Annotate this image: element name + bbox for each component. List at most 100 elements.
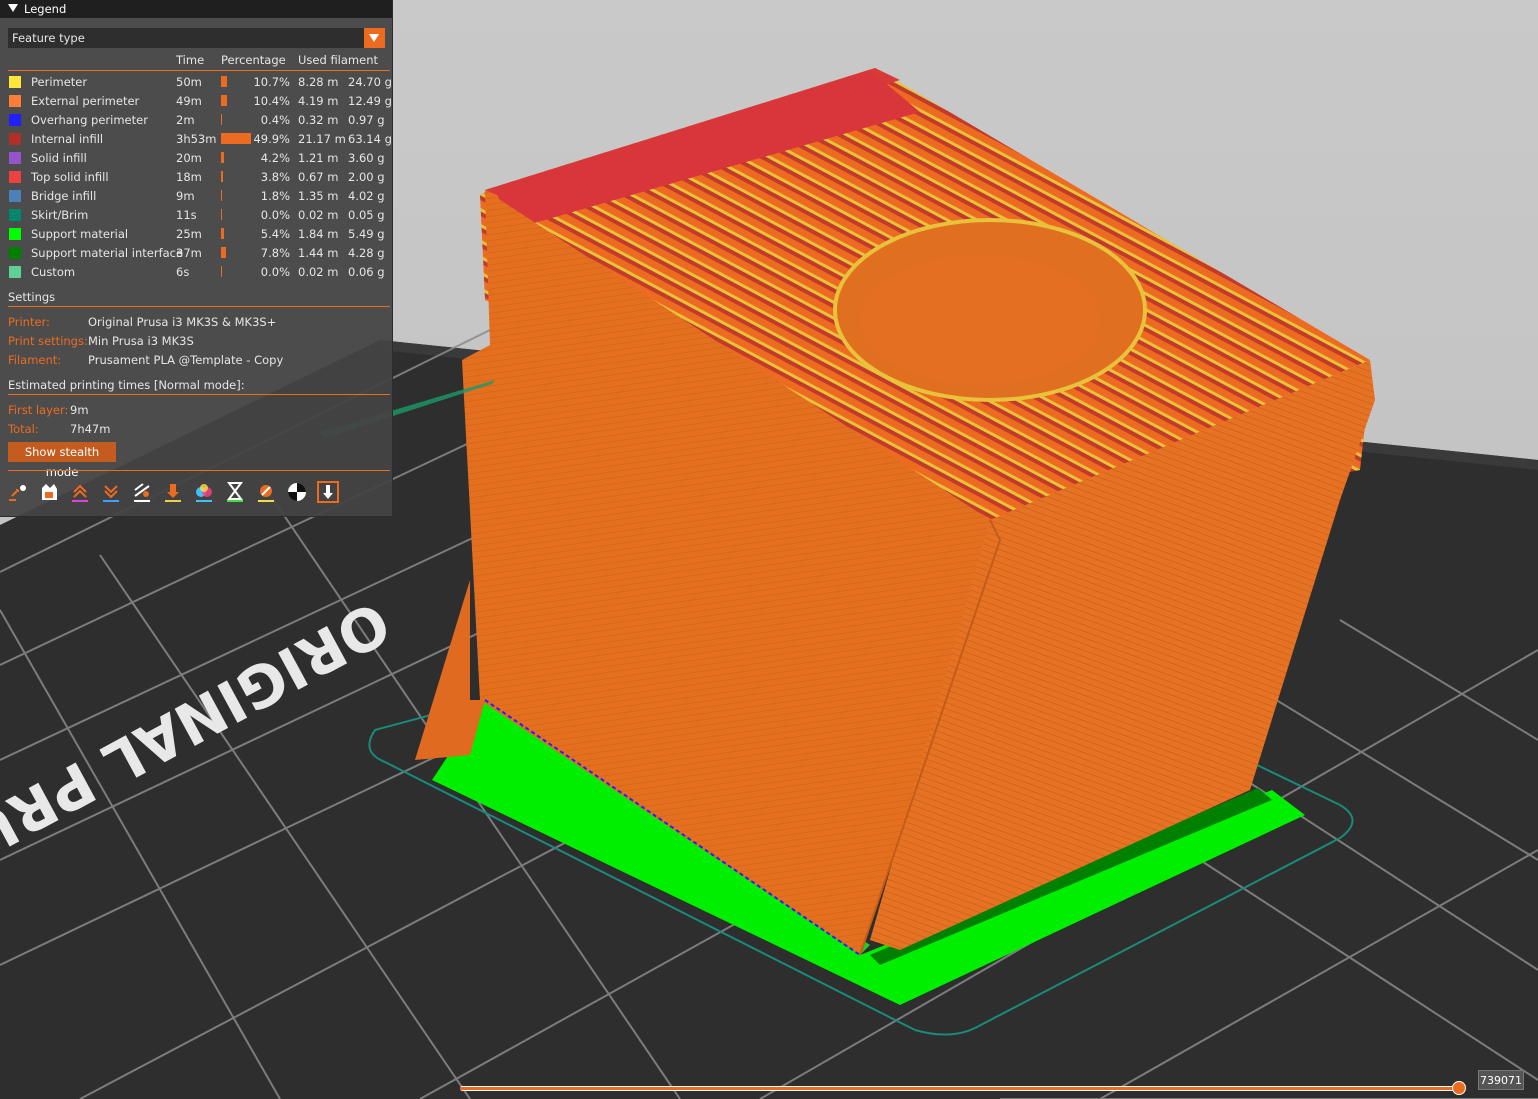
- feature-row[interactable]: Support material interface 37m 7.8% 1.44 m 4…: [0, 244, 392, 263]
- feature-color-swatch: [9, 95, 21, 107]
- feature-time: 3h53m: [176, 132, 217, 146]
- feature-name: External perimeter: [31, 94, 140, 108]
- feature-percentage: 7.8%: [260, 246, 290, 260]
- feature-weight: 3.60 g: [348, 151, 385, 165]
- feature-length: 1.84 m: [298, 227, 339, 241]
- feature-name: Top solid infill: [31, 170, 109, 184]
- color-changes-icon[interactable]: [192, 480, 216, 504]
- feature-color-swatch: [9, 266, 21, 278]
- feature-row[interactable]: Top solid infill 18m 3.8% 0.67 m 2.00 g: [0, 168, 392, 187]
- travel-icon[interactable]: [6, 480, 30, 504]
- times-title: Estimated printing times [Normal mode]:: [8, 378, 245, 392]
- feature-weight: 4.28 g: [348, 246, 385, 260]
- header-percentage: Percentage: [221, 53, 286, 67]
- feature-weight: 2.00 g: [348, 170, 385, 184]
- toolbar-divider: [8, 470, 390, 471]
- feature-percentage-bar: [221, 76, 227, 87]
- feature-length: 1.21 m: [298, 151, 339, 165]
- chevron-down-icon: [369, 34, 379, 42]
- feature-color-swatch: [9, 76, 21, 88]
- feature-percentage-bar: [221, 266, 222, 277]
- legend-titlebar[interactable]: Legend: [0, 0, 392, 18]
- feature-percentage: 4.2%: [260, 151, 290, 165]
- feature-length: 1.44 m: [298, 246, 339, 260]
- pause-prints-icon[interactable]: [223, 480, 247, 504]
- settings-title: Settings: [8, 290, 56, 304]
- feature-percentage-bar: [221, 171, 223, 182]
- horizontal-slider-thumb[interactable]: [1452, 1081, 1466, 1095]
- feature-length: 0.02 m: [298, 265, 339, 279]
- printer-key: Printer:: [8, 315, 50, 329]
- feature-time: 50m: [176, 75, 202, 89]
- feature-color-swatch: [9, 171, 21, 183]
- first-layer-key: First layer:: [8, 403, 69, 417]
- feature-length: 0.02 m: [298, 208, 339, 222]
- feature-row[interactable]: Support material 25m 5.4% 1.84 m 5.49 g: [0, 225, 392, 244]
- feature-length: 21.17 m: [298, 132, 346, 146]
- feature-name: Custom: [31, 265, 76, 279]
- feature-length: 0.32 m: [298, 113, 339, 127]
- feature-color-swatch: [9, 209, 21, 221]
- feature-time: 2m: [176, 113, 195, 127]
- combo-dropdown-button[interactable]: [364, 28, 385, 48]
- feature-row[interactable]: Perimeter 50m 10.7% 8.28 m 24.70 g: [0, 73, 392, 92]
- total-key: Total:: [8, 422, 39, 436]
- feature-percentage-bar: [221, 114, 222, 125]
- retractions-icon[interactable]: [68, 480, 92, 504]
- feature-length: 0.67 m: [298, 170, 339, 184]
- header-time: Time: [176, 53, 205, 67]
- feature-percentage: 49.9%: [253, 132, 290, 146]
- feature-weight: 0.97 g: [348, 113, 385, 127]
- feature-color-swatch: [9, 152, 21, 164]
- feature-row[interactable]: Bridge infill 9m 1.8% 1.35 m 4.02 g: [0, 187, 392, 206]
- custom-gcodes-icon[interactable]: [254, 480, 278, 504]
- feature-percentage-bar: [221, 228, 224, 239]
- feature-time: 6s: [176, 265, 190, 279]
- feature-color-swatch: [9, 114, 21, 126]
- filament-key: Filament:: [8, 353, 62, 367]
- filament-value: Prusament PLA @Template - Copy: [88, 353, 284, 367]
- feature-weight: 63.14 g: [348, 132, 392, 146]
- tool-changes-icon[interactable]: [161, 480, 185, 504]
- center-of-gravity-icon[interactable]: [285, 480, 309, 504]
- print-settings-key: Print settings:: [8, 334, 88, 348]
- feature-length: 4.19 m: [298, 94, 339, 108]
- shells-icon[interactable]: [316, 480, 340, 504]
- deretractions-icon[interactable]: [99, 480, 123, 504]
- feature-weight: 5.49 g: [348, 227, 385, 241]
- feature-time: 37m: [176, 246, 202, 260]
- feature-color-swatch: [9, 228, 21, 240]
- feature-name: Perimeter: [31, 75, 88, 89]
- view-type-value: Feature type: [12, 31, 85, 45]
- header-used-filament: Used filament: [298, 53, 379, 67]
- settings-divider: [8, 306, 390, 307]
- feature-percentage-bar: [221, 95, 227, 106]
- feature-length: 8.28 m: [298, 75, 339, 89]
- total-value: 7h47m: [70, 422, 111, 436]
- options-toolbar: [6, 480, 346, 506]
- feature-row[interactable]: Internal infill 3h53m 49.9% 21.17 m 63.14 g: [0, 130, 392, 149]
- feature-time: 49m: [176, 94, 202, 108]
- feature-percentage: 1.8%: [260, 189, 290, 203]
- feature-row[interactable]: Solid infill 20m 4.2% 1.21 m 3.60 g: [0, 149, 392, 168]
- feature-row[interactable]: Overhang perimeter 2m 0.4% 0.32 m 0.97 g: [0, 111, 392, 130]
- feature-length: 1.35 m: [298, 189, 339, 203]
- feature-row[interactable]: Custom 6s 0.0% 0.02 m 0.06 g: [0, 263, 392, 282]
- legend-title: Legend: [24, 2, 67, 16]
- feature-name: Internal infill: [31, 132, 104, 146]
- feature-row[interactable]: Skirt/Brim 11s 0.0% 0.02 m 0.05 g: [0, 206, 392, 225]
- feature-weight: 0.05 g: [348, 208, 385, 222]
- seams-icon[interactable]: [130, 480, 154, 504]
- feature-percentage-bar: [221, 190, 222, 201]
- feature-percentage: 10.4%: [253, 94, 290, 108]
- first-layer-value: 9m: [70, 403, 89, 417]
- show-stealth-mode-button[interactable]: Show stealth mode: [8, 442, 116, 479]
- feature-percentage: 10.7%: [253, 75, 290, 89]
- feature-row[interactable]: External perimeter 49m 10.4% 4.19 m 12.49 g: [0, 92, 392, 111]
- feature-name: Overhang perimeter: [31, 113, 148, 127]
- feature-percentage-bar: [221, 209, 222, 220]
- view-type-combo[interactable]: Feature type: [8, 28, 385, 48]
- collapse-arrow-icon[interactable]: [8, 4, 18, 12]
- feature-weight: 4.02 g: [348, 189, 385, 203]
- wipe-icon[interactable]: [37, 480, 61, 504]
